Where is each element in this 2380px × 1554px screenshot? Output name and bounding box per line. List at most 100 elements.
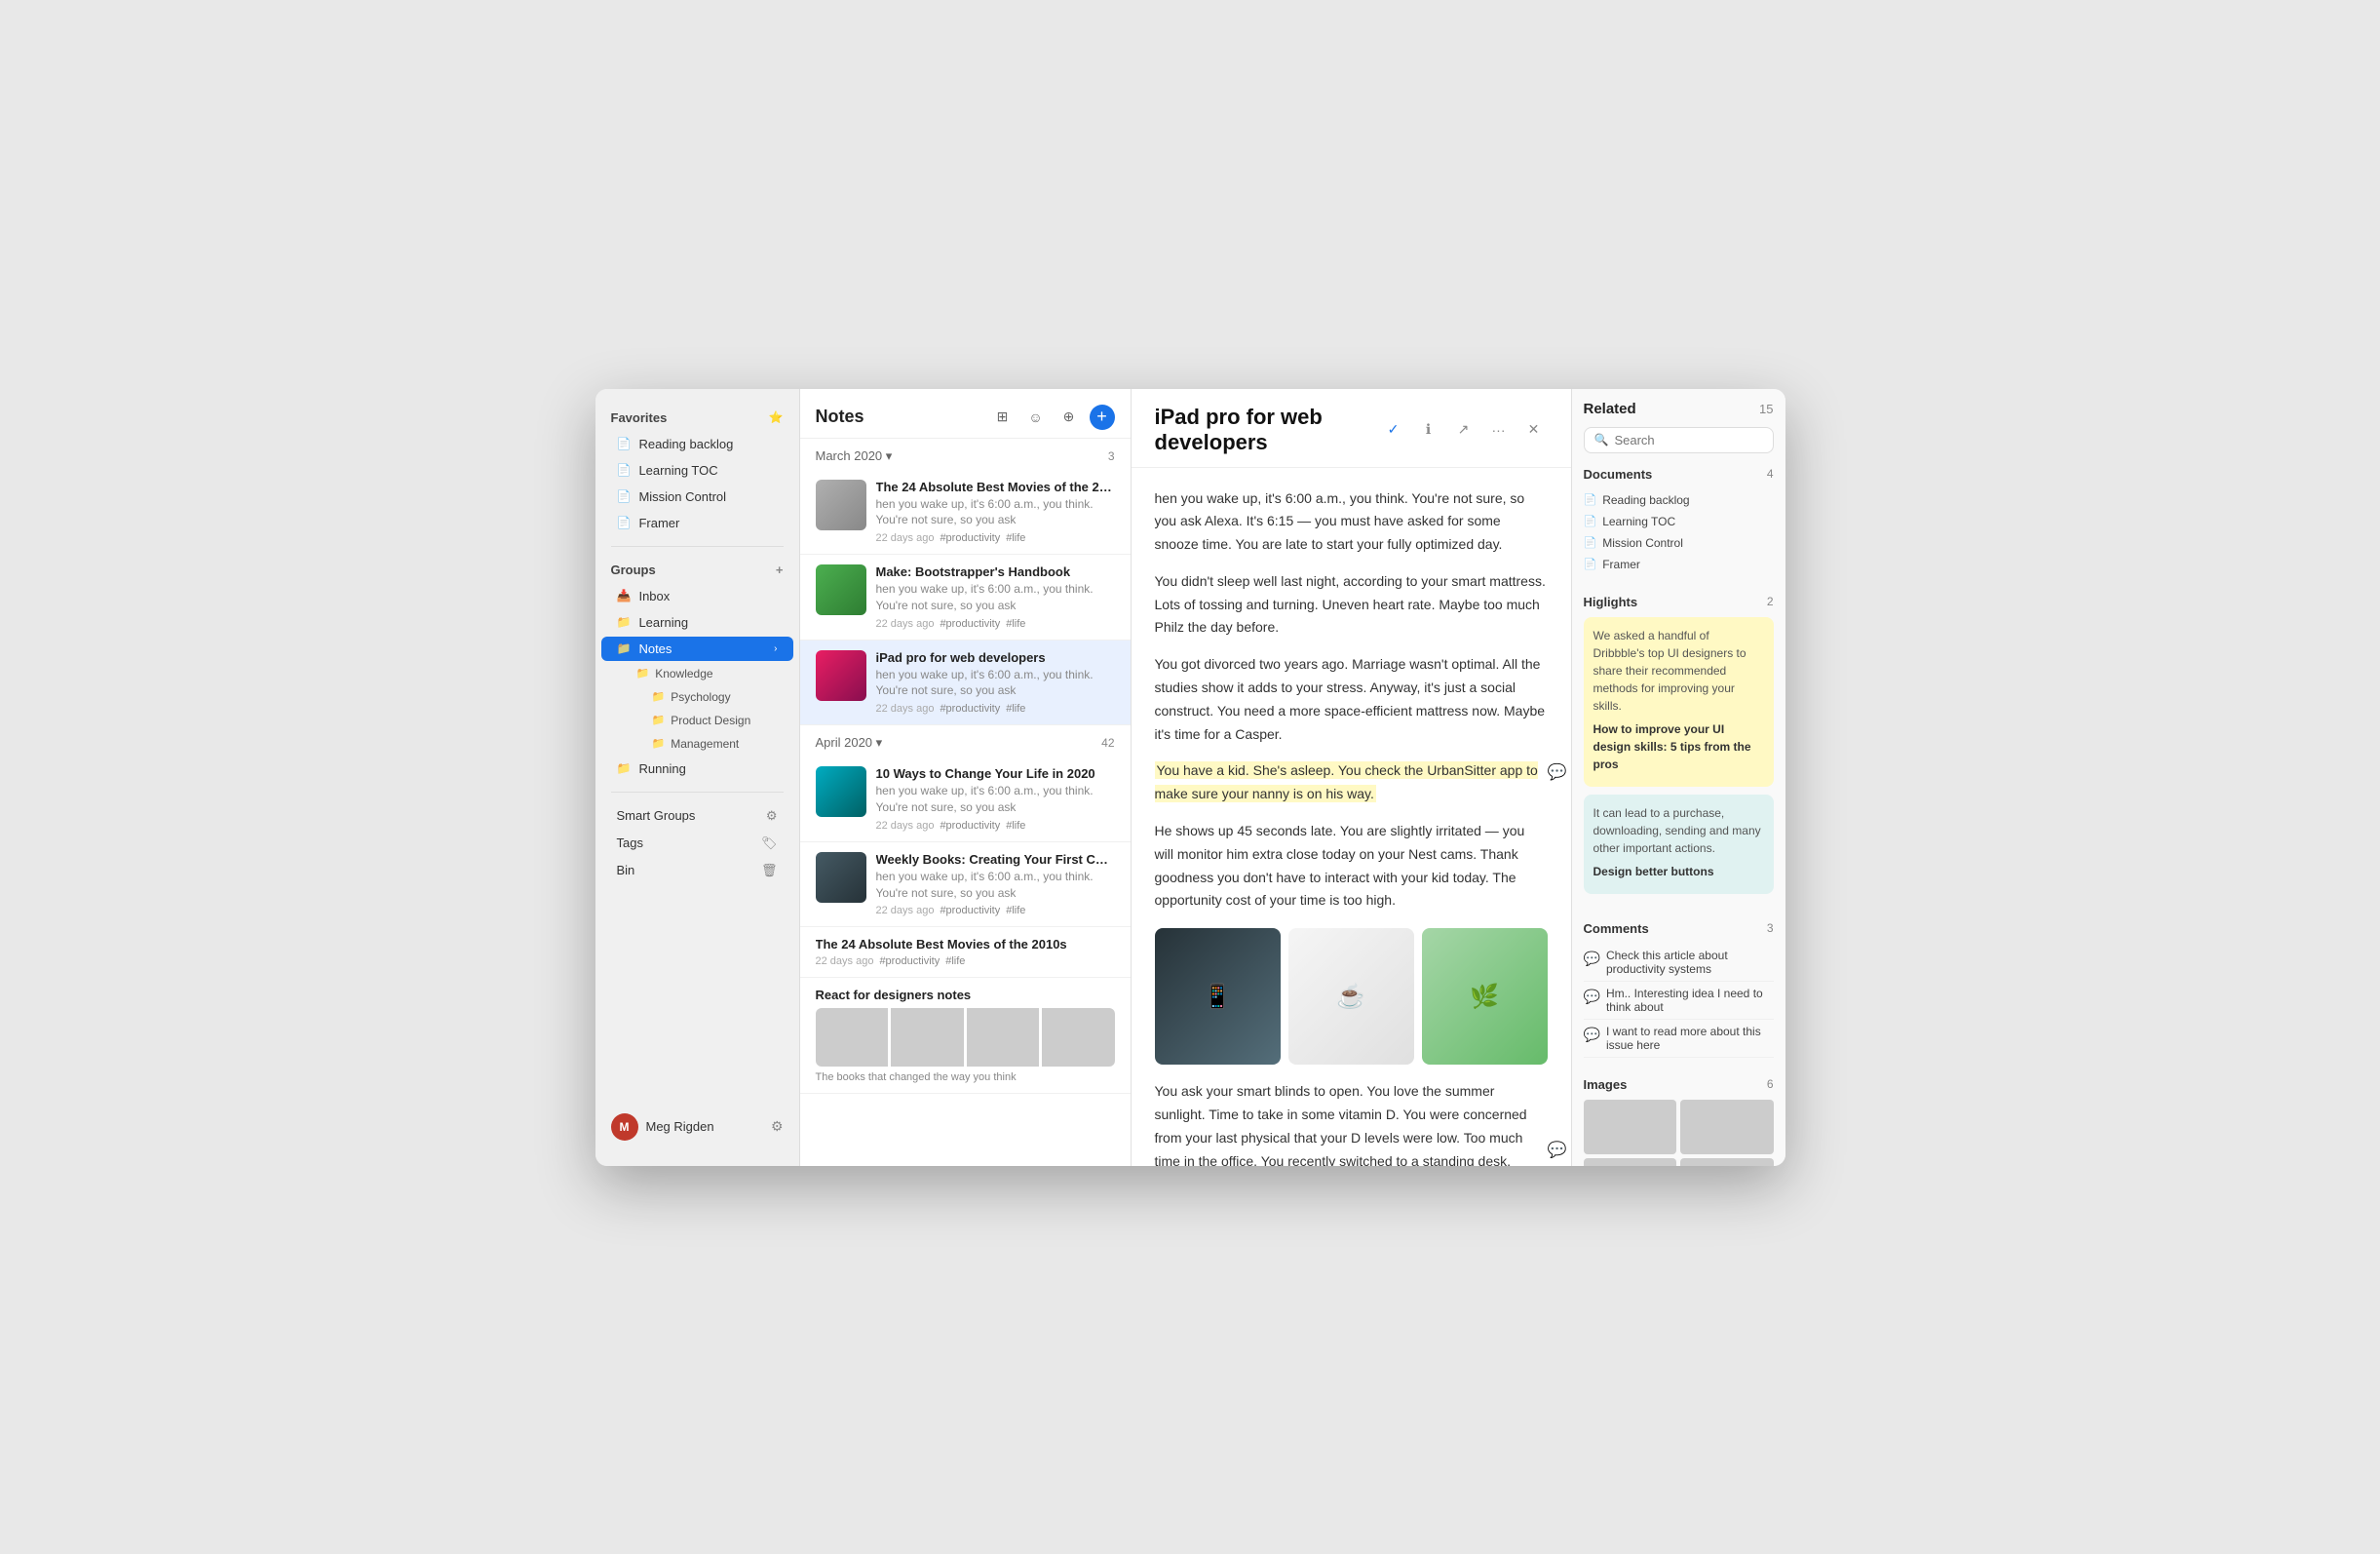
user-info: M Meg Rigden bbox=[611, 1113, 714, 1141]
paragraph-3: You got divorced two years ago. Marriage… bbox=[1155, 653, 1548, 746]
notes-scroll: March 2020 ▾ 3 The 24 Absolute Best Movi… bbox=[800, 439, 1131, 1166]
info-icon[interactable]: ℹ bbox=[1415, 416, 1442, 444]
main-header: iPad pro for web developers ✓ ℹ ↗ ··· ✕ bbox=[1132, 389, 1571, 468]
sidebar-footer: M Meg Rigden ⚙ bbox=[595, 1104, 799, 1150]
sidebar-item-product-design[interactable]: 📁 Product Design bbox=[601, 710, 793, 731]
groups-label: Groups bbox=[611, 563, 656, 577]
note-card-ipad[interactable]: iPad pro for web developers hen you wake… bbox=[800, 641, 1131, 726]
sidebar-item-label: Mission Control bbox=[638, 489, 726, 504]
comment-bubble-icon-2[interactable]: 💬 bbox=[1548, 1137, 1567, 1163]
highlight-card-2: It can lead to a purchase, downloading, … bbox=[1584, 795, 1774, 894]
sidebar-item-learning-toc[interactable]: 📄 Learning TOC bbox=[601, 458, 793, 483]
app-window: Favorites ⭐ 📄 Reading backlog 📄 Learning… bbox=[595, 389, 1785, 1166]
note-tag: #productivity bbox=[940, 820, 1000, 832]
sidebar-item-management[interactable]: 📁 Management bbox=[601, 733, 793, 755]
groups-add-icon[interactable]: + bbox=[776, 563, 784, 577]
sidebar-item-label: Bin bbox=[617, 863, 635, 877]
add-note-button[interactable]: + bbox=[1090, 405, 1115, 430]
note-tag: #life bbox=[1006, 532, 1025, 544]
image-thumb-1[interactable] bbox=[1584, 1100, 1677, 1154]
note-card-bootstrapper[interactable]: Make: Bootstrapper's Handbook hen you wa… bbox=[800, 555, 1131, 641]
divider bbox=[611, 792, 784, 793]
comment-text: Check this article about productivity sy… bbox=[1606, 949, 1774, 976]
grid-image bbox=[1042, 1008, 1115, 1067]
tag-icon: 🏷 bbox=[761, 835, 778, 851]
doc-icon: 📄 bbox=[617, 516, 632, 529]
note-tag: #productivity bbox=[940, 532, 1000, 544]
note-card-movies[interactable]: The 24 Absolute Best Movies of the 2010s… bbox=[800, 470, 1131, 556]
sidebar-item-running[interactable]: 📁 Running bbox=[601, 757, 793, 781]
doc-label: Learning TOC bbox=[1602, 515, 1675, 528]
desk-visual: ☕ bbox=[1288, 928, 1414, 1065]
april-label[interactable]: April 2020 ▾ bbox=[816, 735, 883, 751]
sidebar-item-framer[interactable]: 📄 Framer bbox=[601, 511, 793, 535]
page-title: iPad pro for web developers bbox=[1155, 405, 1380, 455]
sidebar-item-psychology[interactable]: 📁 Psychology bbox=[601, 686, 793, 708]
grid-image bbox=[967, 1008, 1040, 1067]
note-preview: hen you wake up, it's 6:00 a.m., you thi… bbox=[876, 496, 1115, 529]
comment-icon: 💬 bbox=[1584, 989, 1600, 1005]
folder-icon: 📁 bbox=[652, 690, 666, 703]
doc-item-learning-toc[interactable]: 📄 Learning TOC bbox=[1584, 511, 1774, 532]
note-preview: hen you wake up, it's 6:00 a.m., you thi… bbox=[876, 667, 1115, 700]
sidebar-item-reading-backlog[interactable]: 📄 Reading backlog bbox=[601, 432, 793, 456]
sidebar-item-notes[interactable]: 📁 Notes › bbox=[601, 637, 793, 661]
doc-item-mission-control[interactable]: 📄 Mission Control bbox=[1584, 532, 1774, 554]
paragraph-5: You ask your smart blinds to open. You l… bbox=[1155, 1080, 1548, 1165]
image-thumb-2[interactable] bbox=[1680, 1100, 1774, 1154]
sidebar-item-bin[interactable]: Bin 🗑 bbox=[601, 858, 793, 883]
search-box[interactable]: 🔍 bbox=[1584, 427, 1774, 453]
layout-icon[interactable]: ⊞ bbox=[990, 405, 1016, 430]
folder-icon: 📁 bbox=[617, 615, 632, 629]
comment-bubble-icon[interactable]: 💬 bbox=[1548, 759, 1567, 786]
sidebar-item-knowledge[interactable]: 📁 Knowledge bbox=[601, 663, 793, 684]
note-card-10ways[interactable]: 10 Ways to Change Your Life in 2020 hen … bbox=[800, 757, 1131, 842]
image-thumb-3[interactable] bbox=[1584, 1158, 1677, 1166]
folder-icon: 📁 bbox=[636, 667, 650, 680]
comments-label: Comments bbox=[1584, 921, 1649, 936]
react-note[interactable]: React for designers notes The books that… bbox=[800, 978, 1131, 1094]
note-card-weekly-books[interactable]: Weekly Books: Creating Your First Charac… bbox=[800, 842, 1131, 928]
close-icon[interactable]: ✕ bbox=[1520, 416, 1548, 444]
highlights-count: 2 bbox=[1767, 595, 1774, 608]
share-icon[interactable]: ↗ bbox=[1450, 416, 1478, 444]
march-label[interactable]: March 2020 ▾ bbox=[816, 448, 893, 464]
paragraph-highlight: You have a kid. She's asleep. You check … bbox=[1155, 759, 1548, 806]
sidebar-item-mission-control[interactable]: 📄 Mission Control bbox=[601, 485, 793, 509]
documents-section-header: Documents 4 bbox=[1584, 467, 1774, 482]
note-tag: #productivity bbox=[940, 703, 1000, 715]
folder-icon: 📁 bbox=[652, 737, 666, 750]
note-meta: 22 days ago #productivity #life bbox=[876, 618, 1115, 630]
more-icon[interactable]: ··· bbox=[1485, 416, 1513, 444]
comment-icon: 💬 bbox=[1584, 1027, 1600, 1043]
notes-list: Notes ⊞ ☺ ⊕ + March 2020 ▾ 3 The 24 Abso… bbox=[800, 389, 1132, 1166]
note-title: The 24 Absolute Best Movies of the 2010s bbox=[876, 480, 1115, 494]
search-input[interactable] bbox=[1614, 433, 1762, 447]
sidebar-item-inbox[interactable]: 📥 Inbox bbox=[601, 584, 793, 608]
documents-label: Documents bbox=[1584, 467, 1653, 482]
divider bbox=[611, 546, 784, 547]
doc-item-reading-backlog[interactable]: 📄 Reading backlog bbox=[1584, 489, 1774, 511]
favorites-label: Favorites bbox=[611, 410, 668, 425]
sidebar-item-learning[interactable]: 📁 Learning bbox=[601, 610, 793, 635]
image-thumb-4[interactable] bbox=[1680, 1158, 1774, 1166]
folder-icon: 📁 bbox=[652, 714, 666, 726]
note-title: Weekly Books: Creating Your First Charac… bbox=[876, 852, 1115, 867]
notes-title: Notes bbox=[816, 407, 864, 427]
sidebar-item-tags[interactable]: Tags 🏷 bbox=[601, 831, 793, 856]
emoji-icon[interactable]: ☺ bbox=[1023, 405, 1049, 430]
sidebar-item-smart-groups[interactable]: Smart Groups ⚙ bbox=[601, 803, 793, 829]
share-icon[interactable]: ⊕ bbox=[1056, 405, 1082, 430]
doc-item-framer[interactable]: 📄 Framer bbox=[1584, 554, 1774, 575]
paragraph-4: He shows up 45 seconds late. You are sli… bbox=[1155, 820, 1548, 913]
react-note-title: React for designers notes bbox=[816, 988, 1115, 1002]
note-card-movies2[interactable]: The 24 Absolute Best Movies of the 2010s… bbox=[800, 927, 1131, 978]
note-tag: #productivity bbox=[940, 905, 1000, 916]
related-count: 15 bbox=[1759, 402, 1773, 416]
settings-icon[interactable]: ⚙ bbox=[771, 1118, 784, 1135]
comment-item-2: 💬 Hm.. Interesting idea I need to think … bbox=[1584, 982, 1774, 1020]
note-date: 22 days ago bbox=[876, 703, 935, 715]
note-thumbnail bbox=[816, 564, 866, 615]
article-images: 📱 ☕ 🌿 bbox=[1155, 928, 1548, 1065]
check-icon[interactable]: ✓ bbox=[1380, 416, 1407, 444]
